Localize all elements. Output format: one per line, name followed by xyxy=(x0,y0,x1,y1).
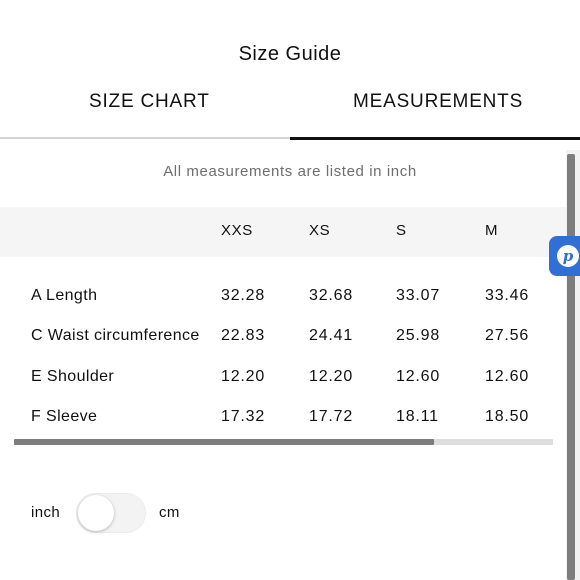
unit-toggle-switch[interactable] xyxy=(76,493,146,533)
table-cell: 18.11 xyxy=(396,408,439,425)
table-cell: 27.56 xyxy=(485,327,530,344)
units-note: All measurements are listed in inch xyxy=(163,163,417,180)
table-cell: 24.41 xyxy=(309,327,354,344)
table-cell: 33.46 xyxy=(485,287,530,304)
size-header-xs: XS xyxy=(309,222,331,239)
side-widget-button[interactable]: p xyxy=(549,236,580,276)
vertical-scrollbar-thumb[interactable] xyxy=(567,154,575,580)
table-cell: 18.50 xyxy=(485,408,530,425)
table-cell: 12.20 xyxy=(309,368,354,385)
size-header-s: S xyxy=(396,222,407,239)
size-header-m: M xyxy=(485,222,499,239)
table-cell: 12.20 xyxy=(221,368,266,385)
page-title: Size Guide xyxy=(238,43,342,65)
row-label-shoulder: E Shoulder xyxy=(31,368,115,385)
unit-label-inch: inch xyxy=(31,504,61,521)
tab-size-chart[interactable]: SIZE CHART xyxy=(89,91,210,113)
row-label-length: A Length xyxy=(31,287,98,304)
table-cell: 17.32 xyxy=(221,408,266,425)
table-cell: 33.07 xyxy=(396,287,441,304)
table-cell: 12.60 xyxy=(396,368,441,385)
table-header-row xyxy=(0,207,566,257)
table-cell: 12.60 xyxy=(485,368,530,385)
size-guide-page: Size Guide SIZE CHART MEASUREMENTS All m… xyxy=(0,0,580,580)
table-cell: 32.68 xyxy=(309,287,354,304)
horizontal-scrollbar-thumb[interactable] xyxy=(14,439,434,445)
table-cell: 17.72 xyxy=(309,408,354,425)
unit-label-cm: cm xyxy=(159,504,180,521)
row-label-sleeve: F Sleeve xyxy=(31,408,98,425)
row-label-waist: C Waist circumference xyxy=(31,327,200,344)
toggle-knob xyxy=(78,495,114,531)
table-cell: 32.28 xyxy=(221,287,266,304)
table-cell: 22.83 xyxy=(221,327,266,344)
table-cell: 25.98 xyxy=(396,327,441,344)
size-header-xxs: XXS xyxy=(221,222,253,239)
tab-measurements[interactable]: MEASUREMENTS xyxy=(353,91,523,113)
p-logo-icon: p xyxy=(557,245,579,267)
